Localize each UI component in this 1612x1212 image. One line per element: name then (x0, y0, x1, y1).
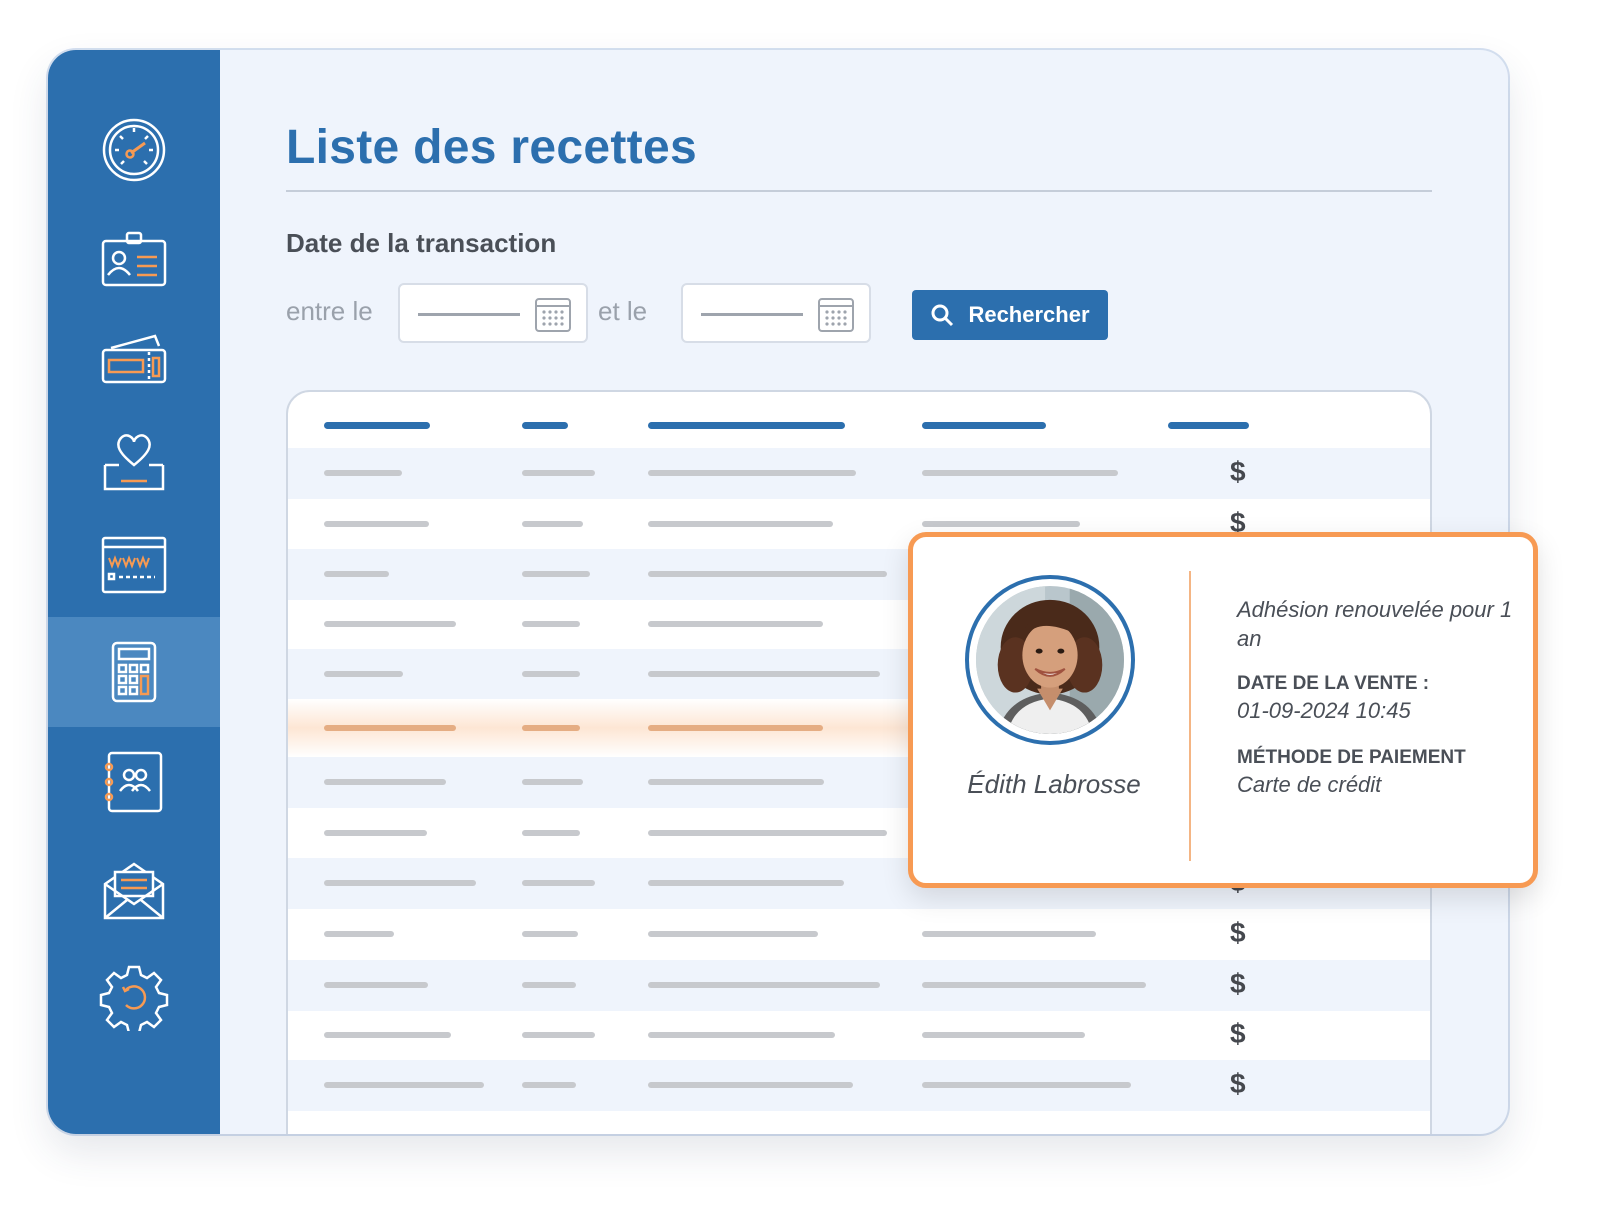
payment-method-value: Carte de crédit (1237, 772, 1382, 797)
column-header[interactable] (922, 422, 1046, 429)
page-title: Liste des recettes (286, 121, 697, 174)
payment-method-label: MÉTHODE DE PAIEMENT (1237, 747, 1466, 768)
transaction-description: Adhésion renouvelée pour 1 an (1237, 597, 1513, 651)
table-header (288, 392, 1430, 448)
popup-divider (1189, 571, 1191, 861)
search-button-label: Rechercher (968, 302, 1090, 327)
table-row[interactable]: $ (288, 960, 1430, 1011)
table-row[interactable]: $ (288, 909, 1430, 960)
start-date-input[interactable] (398, 283, 588, 343)
sidebar-item-members[interactable] (48, 205, 220, 315)
sidebar-item-contacts[interactable] (48, 727, 220, 837)
currency-symbol: $ (1230, 1068, 1246, 1099)
to-label: et le (598, 296, 648, 326)
sidebar-item-settings[interactable] (48, 941, 220, 1051)
donation-heart-icon (103, 434, 165, 491)
avatar (965, 575, 1135, 745)
end-date-input[interactable] (681, 283, 871, 343)
currency-symbol: $ (1230, 1018, 1246, 1049)
website-icon (101, 536, 167, 594)
person-photo (976, 586, 1124, 734)
currency-symbol: $ (1230, 968, 1246, 999)
customer-name: Édith Labrosse (967, 769, 1141, 799)
transaction-date-label: Date de la transaction (286, 228, 557, 258)
column-header[interactable] (1168, 422, 1249, 429)
table-row[interactable]: $ (288, 1060, 1430, 1111)
calculator-icon (111, 641, 157, 703)
sale-date-value: 01-09-2024 10:45 (1237, 698, 1411, 723)
currency-symbol: $ (1230, 456, 1246, 487)
title-divider (286, 190, 1432, 192)
column-header[interactable] (324, 422, 430, 429)
transaction-details: Adhésion renouvelée pour 1 an DATE DE LA… (1237, 595, 1527, 819)
column-header[interactable] (648, 422, 845, 429)
sidebar-item-website[interactable] (48, 510, 220, 620)
sidebar-item-mail[interactable] (48, 836, 220, 946)
tickets-icon (101, 334, 167, 384)
sidebar-item-tickets[interactable] (48, 306, 220, 416)
mail-icon (103, 862, 165, 920)
sidebar (48, 50, 220, 1134)
search-icon (931, 304, 954, 327)
transaction-detail-popup: Édith Labrosse Adhésion renouvelée pour … (908, 532, 1538, 888)
calendar-icon[interactable] (534, 295, 572, 333)
table-row[interactable]: $ (288, 1010, 1430, 1061)
sale-date-label: DATE DE LA VENTE : (1237, 673, 1430, 694)
settings-gear-icon (99, 965, 169, 1031)
table-row[interactable]: $ (288, 448, 1430, 499)
sidebar-item-revenue[interactable] (48, 617, 220, 727)
column-header[interactable] (522, 422, 568, 429)
from-label: entre le (286, 296, 373, 326)
currency-symbol: $ (1230, 917, 1246, 948)
sidebar-item-donations[interactable] (48, 407, 220, 517)
calendar-icon[interactable] (817, 295, 855, 333)
sidebar-item-dashboard[interactable] (48, 95, 220, 205)
contacts-book-icon (104, 751, 163, 813)
end-date-placeholder-line (701, 313, 803, 316)
search-button[interactable]: Rechercher (912, 290, 1108, 340)
membership-card-icon (101, 231, 167, 287)
dashboard-gauge-icon (102, 118, 166, 182)
start-date-placeholder-line (418, 313, 520, 316)
